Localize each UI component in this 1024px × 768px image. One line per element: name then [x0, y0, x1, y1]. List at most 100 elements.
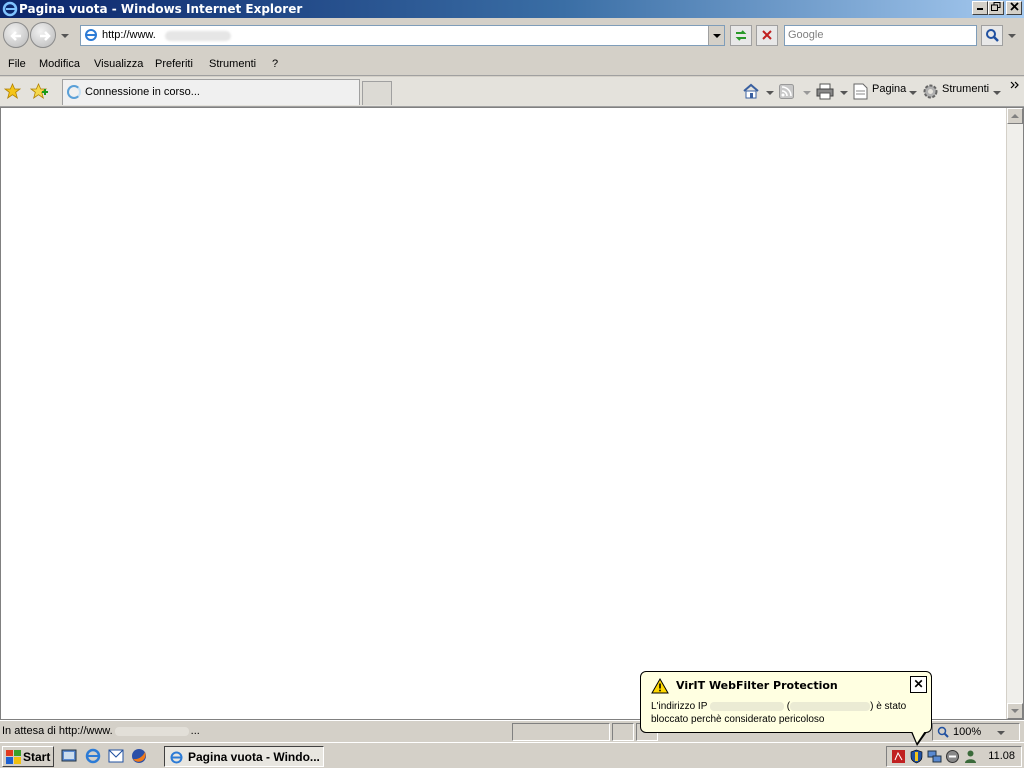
- print-dropdown-icon[interactable]: [840, 91, 848, 95]
- taskbar-ie-window[interactable]: Pagina vuota - Windo...: [164, 746, 324, 767]
- search-placeholder: Google: [788, 29, 824, 41]
- loading-spinner-icon: [67, 85, 81, 99]
- network-tray-icon[interactable]: [927, 749, 942, 764]
- print-icon[interactable]: [816, 83, 834, 100]
- status-progress-panel: [512, 723, 610, 741]
- user-tray-icon[interactable]: [963, 749, 978, 764]
- back-button[interactable]: [3, 22, 29, 48]
- stop-button[interactable]: [756, 25, 778, 46]
- menu-modifica[interactable]: Modifica: [39, 58, 80, 70]
- menu-visualizza[interactable]: Visualizza: [94, 58, 143, 70]
- feeds-icon[interactable]: [779, 84, 794, 99]
- menu-file[interactable]: File: [8, 58, 26, 70]
- taskbar: Start Pagina vuota - Windo... 11.08: [0, 742, 1024, 768]
- ie-logo-icon: [2, 1, 18, 17]
- redacted-status-domain: [114, 726, 189, 736]
- menu-preferiti[interactable]: Preferiti: [155, 58, 193, 70]
- warning-icon: [651, 678, 669, 694]
- search-options-icon[interactable]: [1008, 34, 1016, 38]
- restore-icon: [991, 2, 1001, 11]
- scroll-up-button[interactable]: [1007, 108, 1023, 124]
- minimize-button[interactable]: [972, 1, 988, 15]
- back-arrow-icon: [10, 31, 21, 41]
- web-content-area[interactable]: [0, 107, 1024, 720]
- magnifier-icon: [986, 29, 999, 42]
- arrow-up-icon: [1011, 114, 1019, 118]
- forward-arrow-icon: [40, 31, 51, 41]
- status-ellipsis: ...: [190, 725, 200, 737]
- menu-bar: File Modifica Visualizza Preferiti Strum…: [0, 54, 1024, 76]
- window-title: Pagina vuota - Windows Internet Explorer: [19, 2, 303, 16]
- tools-menu-button[interactable]: Strumenti: [942, 83, 989, 95]
- vertical-scrollbar[interactable]: [1006, 108, 1023, 719]
- title-bar: Pagina vuota - Windows Internet Explorer: [0, 0, 1024, 18]
- balloon-text-suffix: ) è stato: [870, 701, 907, 712]
- chevron-more-icon[interactable]: [1010, 80, 1020, 90]
- page-menu-button[interactable]: Pagina: [872, 83, 906, 95]
- refresh-button[interactable]: [730, 25, 752, 46]
- tools-dropdown-icon[interactable]: [993, 91, 1001, 95]
- gear-icon: [923, 84, 938, 99]
- add-favorite-icon[interactable]: [30, 83, 48, 100]
- redacted-domain: [165, 31, 231, 41]
- history-dropdown-icon[interactable]: [61, 34, 69, 38]
- page-dropdown-icon[interactable]: [909, 91, 917, 95]
- close-icon: [1009, 2, 1019, 11]
- taskbar-ie-label: Pagina vuota - Windo...: [188, 750, 320, 764]
- ie-quicklaunch-icon[interactable]: [84, 747, 102, 765]
- virit-shield-tray-icon[interactable]: [909, 749, 924, 764]
- menu-help[interactable]: ?: [272, 58, 278, 70]
- new-tab-button[interactable]: [362, 81, 392, 105]
- page-menu-icon: [853, 83, 868, 100]
- minimize-icon: [977, 8, 983, 10]
- system-tray: 11.08: [886, 746, 1022, 767]
- menu-strumenti[interactable]: Strumenti: [209, 58, 256, 70]
- outlook-quicklaunch-icon[interactable]: [107, 747, 125, 765]
- windows-logo-icon: [6, 750, 21, 764]
- tab-loading[interactable]: Connessione in corso...: [62, 79, 360, 105]
- restore-button[interactable]: [988, 1, 1004, 15]
- show-desktop-icon[interactable]: [60, 747, 78, 765]
- search-input[interactable]: Google: [784, 25, 977, 46]
- tab-label: Connessione in corso...: [85, 86, 200, 98]
- arrow-down-icon: [1011, 709, 1019, 713]
- balloon-text-line2: bloccato perchè considerato pericoloso: [651, 714, 825, 725]
- ie-task-icon: [170, 751, 183, 764]
- status-panel: [612, 723, 634, 741]
- home-icon[interactable]: [742, 83, 760, 100]
- firefox-quicklaunch-icon[interactable]: [130, 747, 148, 765]
- redacted-ip: [709, 701, 784, 711]
- address-url: http://www.: [102, 29, 156, 41]
- stop-icon: [762, 30, 772, 40]
- start-button[interactable]: Start: [2, 746, 54, 767]
- balloon-close-button[interactable]: ✕: [910, 676, 927, 693]
- zoom-dropdown-icon[interactable]: [997, 731, 1005, 735]
- start-label: Start: [23, 750, 51, 764]
- status-url: In attesa di http://www.: [2, 725, 113, 737]
- virit-notification-balloon: VirIT WebFilter Protection ✕ L'indirizzo…: [640, 671, 932, 746]
- balloon-message: L'indirizzo IP () è stato bloccato perch…: [651, 700, 926, 726]
- status-text: In attesa di http://www....: [2, 725, 200, 737]
- security-tray-icon[interactable]: [945, 749, 960, 764]
- address-bar[interactable]: http://www.: [80, 25, 725, 46]
- tab-bar: Connessione in corso... Pagina Strumenti: [0, 77, 1024, 107]
- close-window-button[interactable]: [1006, 1, 1022, 15]
- zoom-magnifier-icon: [937, 726, 949, 738]
- zoom-panel[interactable]: 100%: [932, 723, 1020, 741]
- balloon-tail-fill: [912, 731, 925, 743]
- redacted-host: [790, 701, 871, 711]
- acrobat-tray-icon[interactable]: [891, 749, 906, 764]
- refresh-icon: [735, 30, 747, 41]
- clock: 11.08: [988, 750, 1015, 762]
- balloon-text-prefix: L'indirizzo IP: [651, 701, 708, 712]
- address-dropdown-button[interactable]: [708, 26, 724, 45]
- forward-button[interactable]: [30, 22, 56, 48]
- favorites-star-icon[interactable]: [4, 83, 21, 100]
- feeds-dropdown-icon[interactable]: [803, 91, 811, 95]
- balloon-title: VirIT WebFilter Protection: [676, 679, 838, 692]
- search-button[interactable]: [981, 25, 1003, 46]
- chevron-down-icon: [713, 34, 721, 38]
- zoom-level: 100%: [953, 726, 982, 738]
- scroll-down-button[interactable]: [1007, 703, 1023, 719]
- home-dropdown-icon[interactable]: [766, 91, 774, 95]
